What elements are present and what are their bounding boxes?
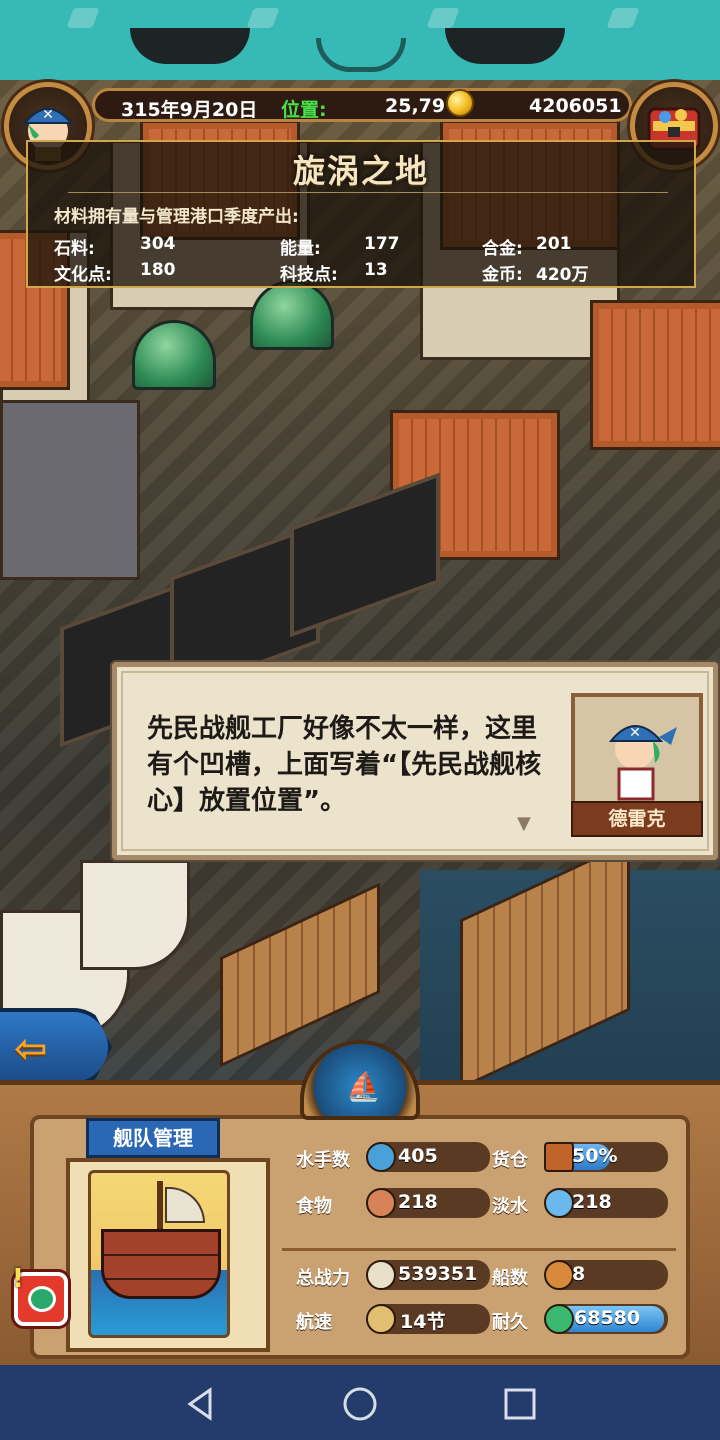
svg-text:✕: ✕	[629, 725, 641, 741]
drake-portrait-icon: ✕	[608, 725, 677, 801]
area-caption: 材料拥有量与管理港口季度产出:	[54, 207, 299, 227]
stat-label-stone: 石料:	[54, 239, 95, 259]
water-value: 218	[572, 1191, 612, 1213]
stat-value-stone: 304	[140, 234, 176, 254]
ship-cross-section	[88, 1170, 230, 1338]
stat-value-alloy: 201	[536, 234, 572, 254]
svg-text:✕: ✕	[42, 107, 54, 123]
water-label: 淡水	[492, 1196, 528, 1217]
power-label: 总战力	[296, 1268, 350, 1289]
nav-recents-icon[interactable]	[500, 1384, 540, 1424]
stat-label-energy: 能量:	[280, 239, 321, 259]
power-value: 539351	[398, 1263, 478, 1285]
ship-durability-icon	[544, 1304, 574, 1334]
water-jug-icon	[544, 1188, 574, 1218]
nav-back-icon[interactable]	[180, 1384, 220, 1424]
alert-exclamation-icon: !	[12, 1264, 24, 1294]
stat-label-tech: 科技点:	[280, 265, 338, 285]
position-value: 25,79	[385, 95, 446, 117]
ship-speed-icon	[366, 1304, 396, 1334]
dialog-text: 先民战舰工厂好像不太一样，这里有个凹槽，上面写着“【先民战舰核心】放置位置”。	[147, 714, 542, 816]
stat-value-energy: 177	[364, 234, 400, 254]
area-title: 旋涡之地	[292, 152, 429, 190]
stat-value-culture: 180	[140, 260, 176, 280]
dialog-next-indicator-icon[interactable]: ▼	[517, 813, 531, 834]
date-position-bar: 315年9月20日 位置: 25,79 4206051	[92, 88, 632, 122]
flagship-card[interactable]	[66, 1158, 270, 1352]
gold-amount: 4206051	[529, 95, 622, 117]
fleet-management-tab[interactable]: 舰队管理	[86, 1118, 220, 1158]
area-info-panel: 旋涡之地 材料拥有量与管理港口季度产出: 石料: 304 能量: 177 合金:…	[26, 140, 696, 288]
back-button[interactable]: ⇦	[0, 1008, 112, 1086]
boat-icon	[28, 1286, 56, 1312]
food-label: 食物	[296, 1196, 332, 1217]
sailors-label: 水手数	[296, 1150, 350, 1171]
meat-icon	[366, 1188, 396, 1218]
food-value: 218	[398, 1191, 438, 1213]
back-arrow-icon: ⇦	[14, 1026, 48, 1072]
rowboat-icon: ⛵	[346, 1070, 381, 1103]
speaker-name: 德雷克	[571, 801, 703, 837]
boat-icon	[544, 1260, 574, 1290]
cargo-crate-icon	[544, 1142, 574, 1172]
sailors-value: 405	[398, 1145, 438, 1167]
durability-label: 耐久	[492, 1312, 528, 1333]
gold-coin-icon	[446, 89, 474, 117]
game-date: 315年9月20日	[121, 99, 258, 121]
stat-label-gold: 金币:	[482, 265, 523, 285]
stat-label-culture: 文化点:	[54, 265, 112, 285]
system-nav-bar	[0, 1365, 720, 1440]
speed-value: 14节	[400, 1311, 446, 1333]
sailor-icon	[366, 1142, 396, 1172]
stat-value-tech: 13	[364, 260, 388, 280]
speed-label: 航速	[296, 1312, 332, 1333]
durability-value: 68580	[574, 1307, 641, 1329]
stat-value-gold: 420万	[536, 265, 589, 285]
cargo-value: 50%	[572, 1145, 618, 1167]
top-banner	[0, 0, 720, 80]
stat-label-alloy: 合金:	[482, 239, 523, 259]
ship-count-label: 船数	[492, 1268, 528, 1289]
ship-count-value: 8	[572, 1263, 586, 1285]
cargo-label: 货仓	[492, 1150, 528, 1171]
crossed-swords-icon	[366, 1260, 396, 1290]
story-dialog[interactable]: 先民战舰工厂好像不太一样，这里有个凹槽，上面写着“【先民战舰核心】放置位置”。 …	[112, 662, 718, 860]
position-label: 位置:	[281, 99, 327, 121]
fleet-alert-button[interactable]: !	[12, 1264, 68, 1326]
nav-home-icon[interactable]	[340, 1384, 380, 1424]
